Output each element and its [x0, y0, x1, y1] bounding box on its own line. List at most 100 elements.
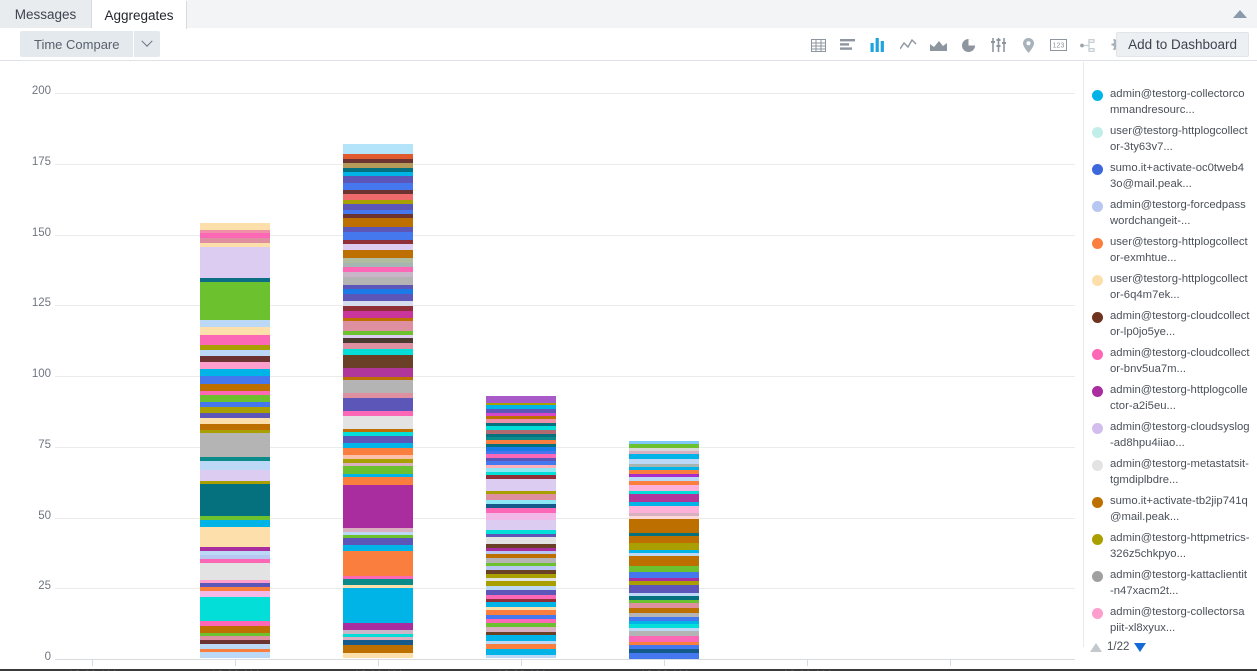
- bar-segment[interactable]: [200, 362, 270, 369]
- bar-segment[interactable]: [200, 282, 270, 320]
- bar-segment[interactable]: [200, 433, 270, 457]
- legend-item-label: sumo.it+activate-tb2jip741q@mail.peak...: [1110, 493, 1250, 525]
- bar-segment[interactable]: [200, 484, 270, 517]
- bar-segment[interactable]: [343, 653, 413, 658]
- bar-segment[interactable]: [200, 376, 270, 384]
- legend-item-label: admin@testorg-httplogcollector-a2i5eu...: [1110, 382, 1250, 414]
- tab-aggregates[interactable]: Aggregates: [92, 0, 187, 29]
- bar-segment[interactable]: [343, 321, 413, 330]
- bar-segment[interactable]: [343, 485, 413, 528]
- bar-segment[interactable]: [343, 144, 413, 154]
- bar-segment[interactable]: [629, 585, 699, 593]
- bar-segment[interactable]: [200, 350, 270, 357]
- bar-segment[interactable]: [200, 461, 270, 469]
- bar-segment[interactable]: [200, 327, 270, 335]
- single-value-123-icon[interactable]: 123: [1047, 33, 1069, 57]
- area-chart-icon[interactable]: [927, 33, 949, 57]
- bar-segment[interactable]: [343, 355, 413, 368]
- table-icon[interactable]: [807, 33, 829, 57]
- bar-segment[interactable]: [629, 519, 699, 533]
- add-to-dashboard-button[interactable]: Add to Dashboard: [1116, 32, 1249, 57]
- bar-segment[interactable]: [200, 335, 270, 345]
- stacked-bar[interactable]: [629, 441, 699, 659]
- legend-item[interactable]: sumo.it+activate-oc0tweb43o@mail.peak...: [1088, 160, 1253, 192]
- bar-segment[interactable]: [629, 653, 699, 659]
- legend-item[interactable]: admin@testorg-forcedpasswordchangeit-...: [1088, 197, 1253, 229]
- stacked-bar[interactable]: [343, 144, 413, 659]
- bar-segment[interactable]: [343, 218, 413, 227]
- legend-item[interactable]: admin@testorg-cloudsyslog-ad8hpu4iiao...: [1088, 419, 1253, 451]
- tab-messages[interactable]: Messages: [0, 0, 92, 28]
- bar-segment[interactable]: [200, 470, 270, 481]
- legend-item-label: admin@testorg-httpmetrics-326z5chkpyo...: [1110, 530, 1250, 562]
- triangle-down-icon[interactable]: [1134, 643, 1146, 652]
- legend-item[interactable]: admin@testorg-httplogcollector-a2i5eu...: [1088, 382, 1253, 414]
- bar-segment[interactable]: [200, 652, 270, 658]
- time-compare-button[interactable]: Time Compare: [20, 31, 160, 57]
- bar-segment[interactable]: [200, 223, 270, 230]
- bar-segment[interactable]: [200, 626, 270, 633]
- stacked-bar[interactable]: [486, 396, 556, 659]
- bar-segment[interactable]: [343, 232, 413, 240]
- bar-segment[interactable]: [343, 380, 413, 392]
- bar-segment[interactable]: [343, 398, 413, 411]
- bar-segment[interactable]: [343, 645, 413, 653]
- bar-segment[interactable]: [629, 556, 699, 566]
- time-compare-dropdown-button[interactable]: [133, 31, 160, 57]
- bar-segment[interactable]: [200, 527, 270, 548]
- bar-segment[interactable]: [343, 588, 413, 623]
- legend-item[interactable]: admin@testorg-cloudcollector-lp0jo5ye...: [1088, 308, 1253, 340]
- legend-item[interactable]: admin@testorg-collectorcommandresourc...: [1088, 86, 1253, 118]
- sliders-icon[interactable]: [987, 33, 1009, 57]
- bar-segment[interactable]: [200, 563, 270, 580]
- legend-item-label: admin@testorg-kattaclientit-n47xacm2t...: [1110, 567, 1250, 599]
- stacked-bar[interactable]: [200, 223, 270, 659]
- legend-item[interactable]: user@testorg-httplogcollector-6q4m7ek...: [1088, 271, 1253, 303]
- map-pin-icon[interactable]: [1017, 33, 1039, 57]
- legend-item[interactable]: sumo.it+activate-tb2jip741q@mail.peak...: [1088, 493, 1253, 525]
- legend-item[interactable]: admin@testorg-metastatsit-tgmdiplbdre...: [1088, 456, 1253, 488]
- legend-item-label: admin@testorg-collectorcommandresourc...: [1110, 86, 1250, 118]
- bar-segment[interactable]: [343, 311, 413, 318]
- pie-chart-icon[interactable]: [957, 33, 979, 57]
- triangle-up-icon[interactable]: [1090, 643, 1102, 652]
- bar-segment[interactable]: [629, 543, 699, 551]
- legend-item[interactable]: admin@testorg-httpmetrics-326z5chkpyo...: [1088, 530, 1253, 562]
- bar-segment[interactable]: [486, 537, 556, 544]
- legend-item[interactable]: user@testorg-httplogcollector-exmhtue...: [1088, 234, 1253, 266]
- node-graph-icon[interactable]: [1077, 33, 1099, 57]
- bar-segment[interactable]: [343, 416, 413, 429]
- bar-segment[interactable]: [343, 183, 413, 190]
- bar-segment[interactable]: [486, 396, 556, 403]
- bar-segment[interactable]: [343, 277, 413, 286]
- bar-segment[interactable]: [629, 506, 699, 513]
- column-chart-icon[interactable]: [867, 33, 889, 57]
- bar-segment[interactable]: [200, 247, 270, 278]
- line-chart-icon[interactable]: [897, 33, 919, 57]
- bar-segment[interactable]: [343, 477, 413, 485]
- bar-segment[interactable]: [343, 368, 413, 377]
- bar-segment[interactable]: [200, 597, 270, 621]
- bar-segment[interactable]: [486, 479, 556, 491]
- bar-segment[interactable]: [629, 494, 699, 502]
- bar-segment[interactable]: [486, 655, 556, 659]
- legend-item-label: admin@testorg-metastatsit-tgmdiplbdre...: [1110, 456, 1250, 488]
- bar-segment[interactable]: [200, 520, 270, 527]
- legend-item[interactable]: user@testorg-httplogcollector-3ty63v7...: [1088, 123, 1253, 155]
- bar-segment[interactable]: [343, 448, 413, 455]
- bar-segment[interactable]: [343, 436, 413, 443]
- bar-segment[interactable]: [486, 513, 556, 520]
- horizontal-bar-chart-icon[interactable]: [837, 33, 859, 57]
- x-axis-tick-mark: [664, 659, 665, 666]
- bar-segment[interactable]: [200, 369, 270, 377]
- legend-item[interactable]: admin@testorg-kattaclientit-n47xacm2t...: [1088, 567, 1253, 599]
- collapse-panel-button[interactable]: [1229, 4, 1251, 24]
- bar-segment[interactable]: [486, 520, 556, 530]
- legend-item[interactable]: admin@testorg-cloudcollector-bnv5ua7m...: [1088, 345, 1253, 377]
- bar-segment[interactable]: [200, 320, 270, 327]
- bar-segment[interactable]: [343, 551, 413, 576]
- bar-segment[interactable]: [343, 623, 413, 630]
- bar-segment[interactable]: [343, 466, 413, 474]
- legend-item[interactable]: admin@testorg-collectorsapiit-xl8xyux...: [1088, 604, 1253, 636]
- bar-segment[interactable]: [343, 250, 413, 259]
